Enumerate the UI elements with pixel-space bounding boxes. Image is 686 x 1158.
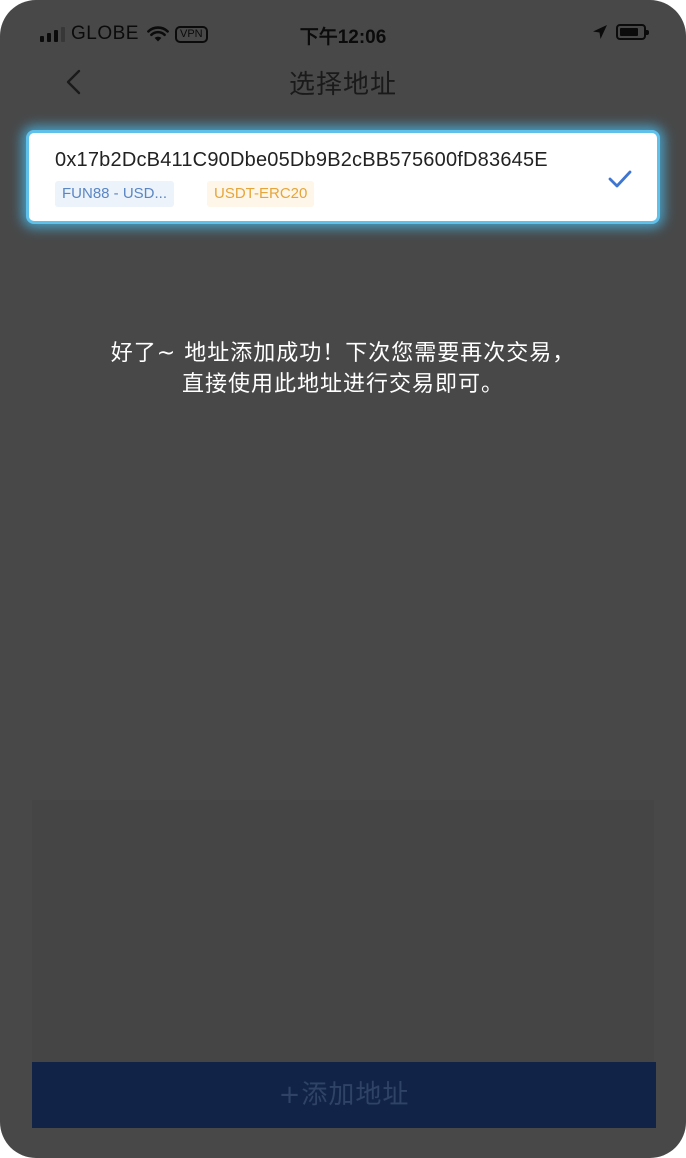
success-message-line-1: 好了~ 地址添加成功！下次您需要再次交易， — [110, 341, 576, 366]
status-right — [592, 24, 649, 40]
status-bar: GLOBE VPN 下午12:06 — [0, 0, 686, 68]
checkmark-icon — [608, 170, 632, 188]
address-card-selected[interactable]: 0x17b2DcB411C90Dbe05Db9B2cBB575600fD8364… — [26, 130, 660, 224]
page-title: 选择地址 — [288, 70, 397, 100]
brand-tag: FUN88 - USD... — [55, 181, 175, 207]
battery-icon — [616, 24, 649, 40]
wallet-address: 0x17b2DcB411C90Dbe05Db9B2cBB575600fD8364… — [55, 149, 548, 171]
network-tag: USDT-ERC20 — [207, 181, 315, 207]
address-list-area — [32, 800, 654, 1062]
phone-screen: GLOBE VPN 下午12:06 选择地址 0x17b2DcB411C90Db… — [0, 0, 686, 1158]
add-address-button[interactable]: +添加地址 — [32, 1062, 656, 1128]
status-time: 下午12:06 — [299, 27, 387, 48]
location-arrow-icon — [593, 25, 607, 39]
success-message: 好了~ 地址添加成功！下次您需要再次交易， 直接使用此地址进行交易即可。 — [0, 338, 686, 400]
success-message-line-2: 直接使用此地址进行交易即可。 — [181, 372, 504, 397]
